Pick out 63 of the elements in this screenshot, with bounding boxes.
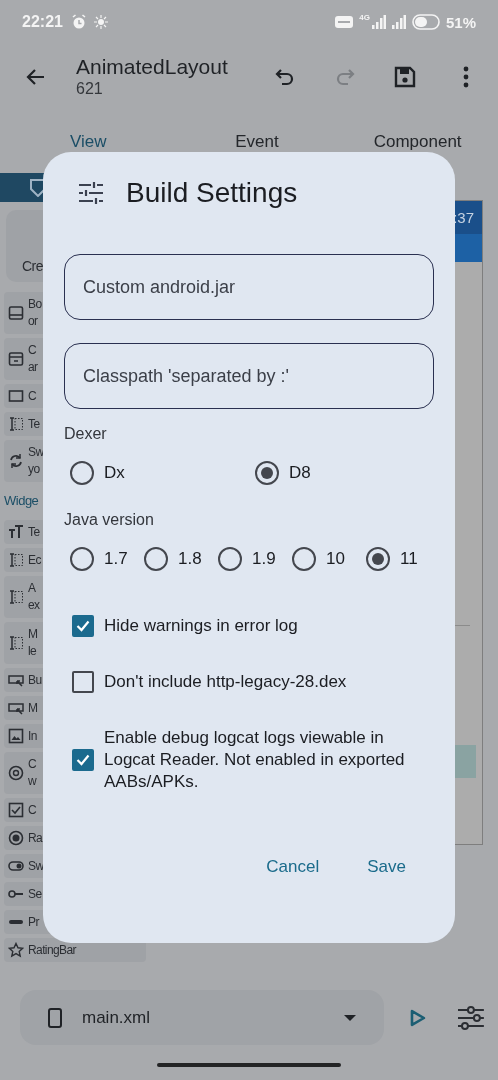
shield-icon (30, 178, 46, 197)
text-size-icon (8, 524, 24, 540)
radio-option[interactable]: 1.9 (212, 539, 286, 579)
section-label: Java version (64, 511, 155, 529)
dialog-button[interactable]: Save (353, 847, 420, 887)
button-icon (8, 700, 24, 716)
preview-time: :37 (453, 209, 474, 226)
sync-icon (8, 453, 24, 469)
signal-icon (371, 15, 386, 29)
input-field[interactable]: Custom android.jar (64, 254, 434, 320)
project-title: AnimatedLayout (76, 55, 229, 79)
tab[interactable]: Event (176, 128, 338, 152)
radio-option[interactable]: Dx (64, 453, 249, 493)
radio-option[interactable]: 10 (286, 539, 360, 579)
alarm-icon (70, 14, 87, 30)
section-label: Dexer (64, 425, 108, 443)
text-field-icon (8, 589, 24, 605)
signal-icon (391, 15, 406, 29)
input-field[interactable]: Classpath 'separated by :' (64, 343, 434, 409)
tune-icon (78, 181, 104, 205)
image-icon (8, 728, 24, 744)
file-name: main.xml (82, 1007, 151, 1028)
checkbox-label: Enable debug logcat logs viewable in Logcat Reader. Not enabled in exported AABs/APKs. (104, 727, 406, 793)
checkbox-label: Don't include http-legacy-28.dex (104, 671, 347, 693)
card-icon (8, 351, 24, 367)
text-field-icon (8, 635, 24, 651)
radio-icon (8, 830, 24, 846)
battery-icon (411, 14, 440, 30)
save-icon[interactable] (393, 65, 417, 89)
checkbox-icon (8, 802, 24, 818)
radio-option[interactable]: 1.7 (64, 539, 138, 579)
dialog-title: Build Settings (126, 177, 298, 209)
button-icon (8, 672, 24, 688)
panel-icon (8, 305, 24, 321)
radio-option[interactable]: 1.8 (138, 539, 212, 579)
tab[interactable]: Component (337, 128, 498, 152)
checkbox[interactable] (72, 671, 94, 693)
clock-time: 22:21 (22, 13, 63, 31)
checkbox-label: Hide warnings in error log (104, 615, 298, 637)
more-icon[interactable] (463, 66, 469, 88)
card-label: Cre (22, 258, 44, 274)
toggle-icon (8, 858, 24, 874)
dialog-button[interactable]: Cancel (252, 847, 334, 887)
checkbox[interactable] (72, 749, 94, 771)
battery-level: 51% (445, 13, 476, 31)
play-icon[interactable] (410, 1008, 427, 1027)
file-selector[interactable]: main.xml (20, 990, 385, 1045)
section-heading: Widge (4, 492, 39, 510)
settings-sliders-icon[interactable] (458, 1005, 484, 1030)
rectangle-icon (8, 388, 24, 404)
star-icon (8, 942, 24, 958)
checkmark-icon (76, 620, 90, 632)
network-type: 4G (359, 13, 370, 22)
text-field-icon (8, 416, 24, 432)
project-id: 621 (76, 79, 104, 99)
phone-icon (48, 1007, 62, 1028)
radio-option[interactable]: D8 (249, 453, 434, 493)
dropdown-caret-icon (344, 1014, 357, 1021)
text-field-icon (8, 552, 24, 568)
radio-option[interactable]: 11 (360, 539, 434, 579)
checkmark-icon (76, 754, 90, 766)
tab[interactable]: View (0, 128, 177, 152)
checkbox[interactable] (72, 615, 94, 637)
